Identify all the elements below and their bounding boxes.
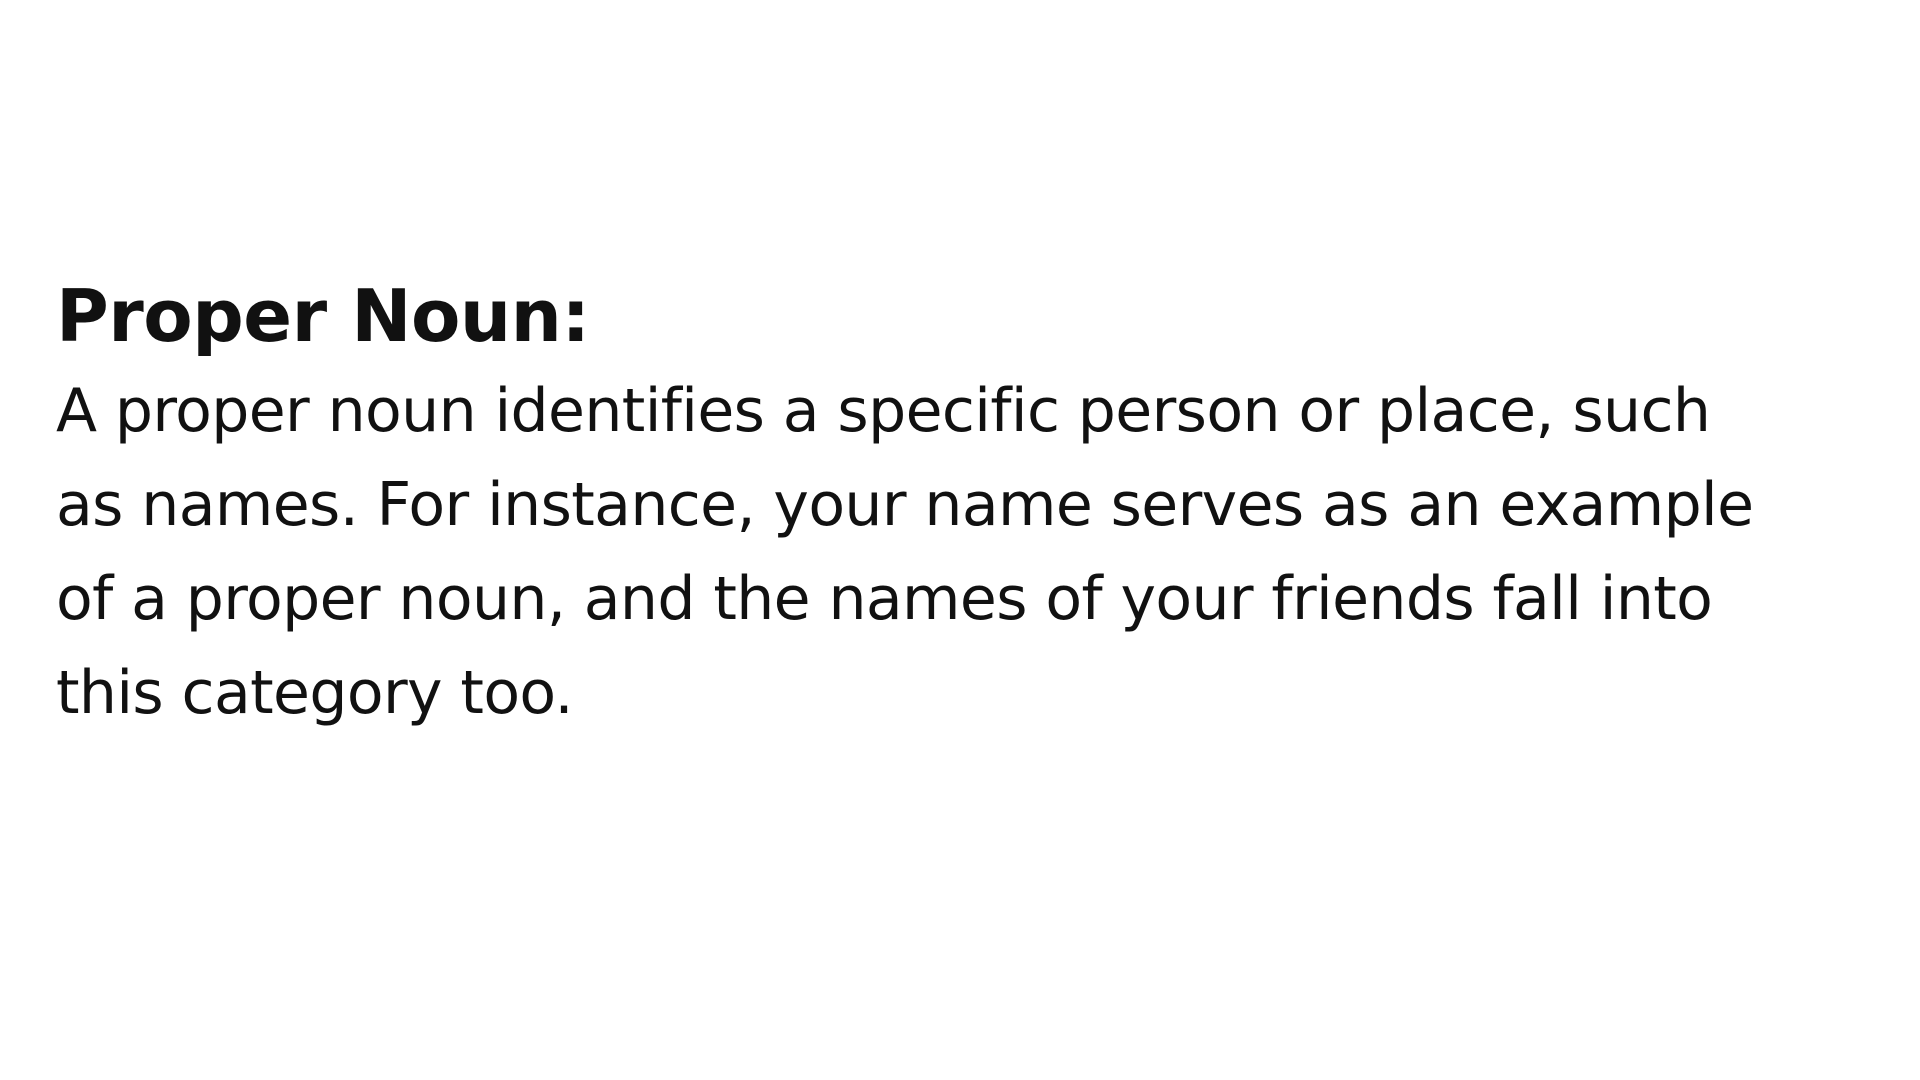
definition-line: of a proper noun, and the names of your … [56,564,1713,634]
definition-paragraph: A proper noun identifies a specific pers… [56,364,1896,740]
definition-line: this category too. [56,658,574,728]
slide-content: Proper Noun: A proper noun identifies a … [56,268,1896,740]
definition-line: A proper noun identifies a specific pers… [56,376,1711,446]
slide: Proper Noun: A proper noun identifies a … [0,0,1920,1080]
slide-heading: Proper Noun: [56,274,590,358]
definition-line: as names. For instance, your name serves… [56,470,1754,540]
